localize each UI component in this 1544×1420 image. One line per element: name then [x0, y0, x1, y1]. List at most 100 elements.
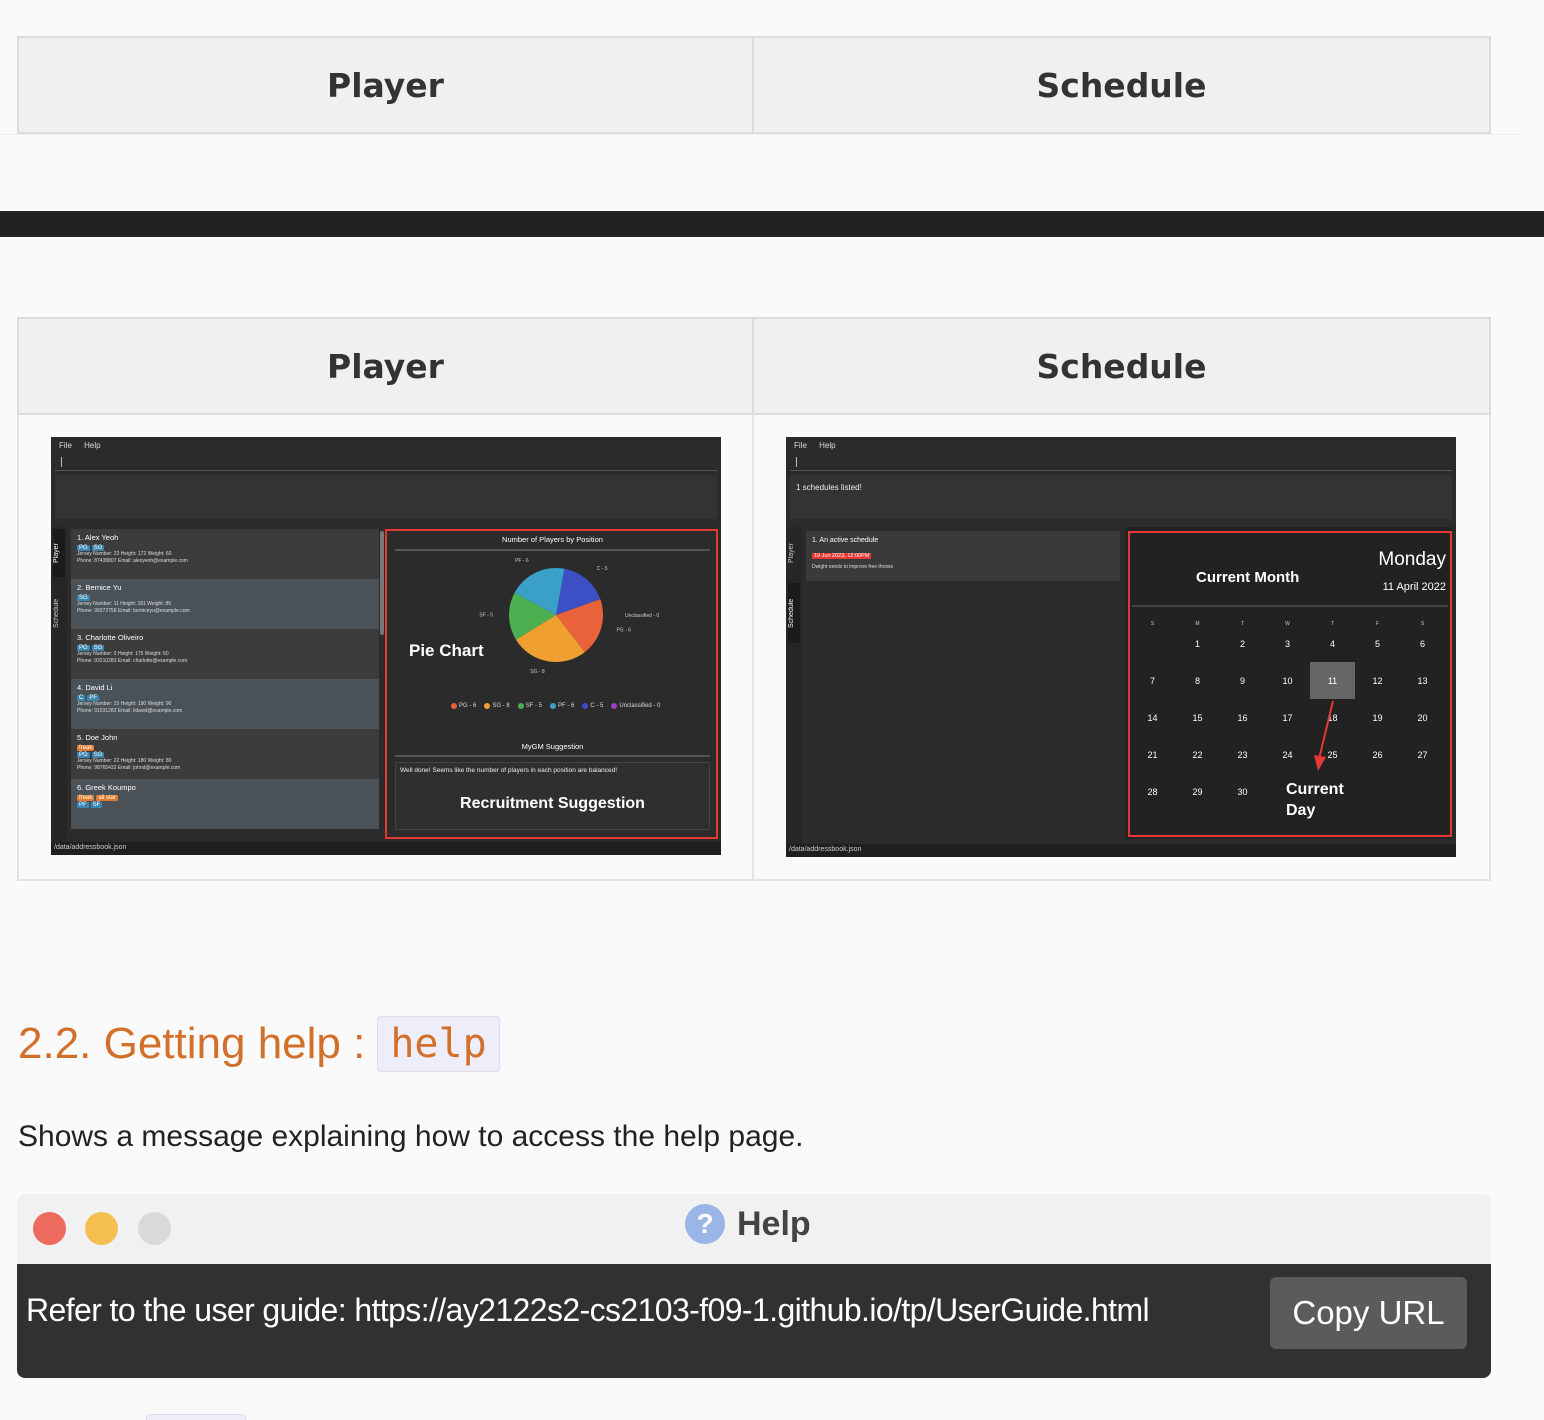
calendar-day[interactable]: 9	[1220, 662, 1265, 699]
player-info: Jersey Number: 22 Height: 180 Weight: 80	[77, 758, 172, 764]
command-input[interactable]	[790, 455, 1452, 471]
close-window-button[interactable]	[33, 1212, 66, 1245]
calendar-day[interactable]: 19	[1355, 699, 1400, 736]
legend-swatch	[550, 703, 557, 709]
section-description: Shows a message explaining how to access…	[18, 1120, 804, 1153]
calendar-day[interactable]: 5	[1355, 625, 1400, 662]
current-day-line-1: Current	[1286, 781, 1344, 798]
menu-help[interactable]: Help	[819, 441, 835, 450]
list-item[interactable]: 5. Doe John freak PG SG Jersey Number: 22 He…	[71, 729, 379, 779]
player-name: 2. Bernice Yu	[77, 583, 122, 592]
menu-bar: File Help	[59, 441, 111, 450]
position-tags: C PF	[77, 694, 373, 701]
list-item[interactable]: 2. Bernice Yu SG Jersey Number: 11 Height:…	[71, 579, 379, 629]
calendar-day[interactable]: 24	[1265, 736, 1310, 773]
legend-label: SF - 5	[525, 703, 543, 709]
legend-label: PG - 6	[459, 703, 477, 709]
calendar-day-today[interactable]: 11	[1310, 662, 1355, 699]
scrollbar[interactable]	[380, 531, 384, 635]
tab-schedule[interactable]: Schedule	[53, 583, 65, 643]
result-display	[55, 475, 717, 519]
list-item[interactable]: 3. Charlotte Oliveiro PG SG Jersey Number: …	[71, 629, 379, 679]
pie-slice-label: PG - 6	[616, 628, 631, 634]
player-name: 6. Greek Koumpo	[77, 783, 136, 792]
player-name: 1. Alex Yeoh	[77, 533, 119, 542]
calendar-day[interactable]: 16	[1220, 699, 1265, 736]
player-name: 3. Charlotte Oliveiro	[77, 633, 144, 642]
legend-swatch	[611, 703, 618, 709]
calendar-day[interactable]: 13	[1400, 662, 1445, 699]
calendar-day[interactable]: 3	[1265, 625, 1310, 662]
calendar-day[interactable]: 20	[1400, 699, 1445, 736]
status-bar: /data/addressbook.json	[51, 842, 721, 855]
table-body: File Help Player Schedule 1. Alex Yeoh PG…	[17, 415, 1491, 881]
legend-item: SF - 5	[517, 703, 543, 709]
calendar-day[interactable]: 7	[1130, 662, 1175, 699]
calendar-day[interactable]: 30	[1220, 773, 1265, 810]
column-header-schedule: Schedule	[1036, 65, 1207, 105]
calendar-day[interactable]: 1	[1175, 625, 1220, 662]
help-title-text: Help	[737, 1204, 811, 1243]
player-list[interactable]: 1. Alex Yeoh PG SG Jersey Number: 23 Height…	[71, 529, 379, 834]
calendar-day[interactable]: 6	[1400, 625, 1445, 662]
menu-file[interactable]: File	[59, 441, 72, 450]
pie-slice-label: SG - 8	[530, 669, 545, 675]
menu-help[interactable]: Help	[84, 441, 100, 450]
player-name: 5. Doe John	[77, 733, 118, 742]
section-heading: 2.2. Getting help : help	[18, 1016, 500, 1072]
tab-schedule[interactable]: Schedule	[788, 583, 800, 643]
question-icon: ?	[685, 1204, 725, 1244]
player-info: Phone: 93210283 Email: charlotte@example…	[77, 658, 188, 664]
position-tags: PG SG	[77, 544, 373, 551]
tab-player[interactable]: Player	[788, 529, 800, 577]
list-item[interactable]: 4. David Li C PF Jersey Number: 15 Height: …	[71, 679, 379, 729]
list-item[interactable]: 1. Alex Yeoh PG SG Jersey Number: 23 Height…	[71, 529, 379, 579]
tab-player[interactable]: Player	[53, 529, 65, 577]
player-info: Jersey Number: 0 Height: 175 Weight: 60	[77, 651, 169, 657]
calendar-day[interactable]: 27	[1400, 736, 1445, 773]
help-message: Refer to the user guide: https://ay2122s…	[26, 1292, 1150, 1328]
zoom-window-button[interactable]	[138, 1212, 171, 1245]
calendar-day[interactable]: 29	[1175, 773, 1220, 810]
calendar-day[interactable]: 23	[1220, 736, 1265, 773]
legend-item: SG - 8	[484, 703, 510, 709]
side-tabs: Player Schedule	[786, 527, 802, 847]
legend-swatch	[517, 703, 524, 709]
calendar-day[interactable]: 26	[1355, 736, 1400, 773]
calendar-day[interactable]: 17	[1265, 699, 1310, 736]
pie-chart: C - 5 PG - 6 SG - 8 SF - 5 PF - 6 Unclassifie…	[479, 558, 659, 675]
help-body: Refer to the user guide: https://ay2122s…	[17, 1264, 1491, 1378]
schedule-card[interactable]: 1. An active schedule 19 Jun 2023, 12:00…	[806, 531, 1120, 581]
calendar-day[interactable]: 12	[1355, 662, 1400, 699]
calendar-day[interactable]: 22	[1175, 736, 1220, 773]
legend-item: PG - 6	[451, 703, 476, 709]
trait-tags: freak	[77, 744, 373, 751]
calendar-day[interactable]: 2	[1220, 625, 1265, 662]
calendar-day[interactable]: 28	[1130, 773, 1175, 810]
copy-url-button[interactable]: Copy URL	[1270, 1277, 1467, 1349]
calendar-day[interactable]: 8	[1175, 662, 1220, 699]
divider	[0, 134, 1520, 135]
list-item[interactable]: 6. Greek Koumpo freak all star PF SF	[71, 779, 379, 829]
menu-file[interactable]: File	[794, 441, 807, 450]
calendar-day[interactable]: 4	[1310, 625, 1355, 662]
command-input[interactable]	[55, 455, 717, 471]
divider	[1132, 605, 1448, 607]
legend-label: C - 5	[590, 703, 604, 709]
schedule-app-screenshot: File Help 1 schedules listed! Player Sch…	[786, 437, 1456, 857]
calendar-day[interactable]: 10	[1265, 662, 1310, 699]
calendar-day[interactable]: 21	[1130, 736, 1175, 773]
divider	[395, 755, 710, 757]
date-label: 11 April 2022	[1382, 581, 1446, 593]
help-title: ? Help	[685, 1204, 811, 1244]
calendar-day[interactable]: 14	[1130, 699, 1175, 736]
minimize-window-button[interactable]	[85, 1212, 118, 1245]
calendar-day[interactable]: 15	[1175, 699, 1220, 736]
player-info: Phone: 98765432 Email: johnd@example.com	[77, 765, 181, 771]
player-app-screenshot: File Help Player Schedule 1. Alex Yeoh PG…	[51, 437, 721, 855]
current-day-line-2: Day	[1286, 802, 1316, 819]
position-tags: PG SG	[77, 751, 373, 758]
pie-chart-annotation: Pie Chart	[409, 641, 484, 660]
legend-label: SG - 8	[492, 703, 510, 709]
suggestion-title: MyGM Suggestion	[521, 742, 584, 751]
